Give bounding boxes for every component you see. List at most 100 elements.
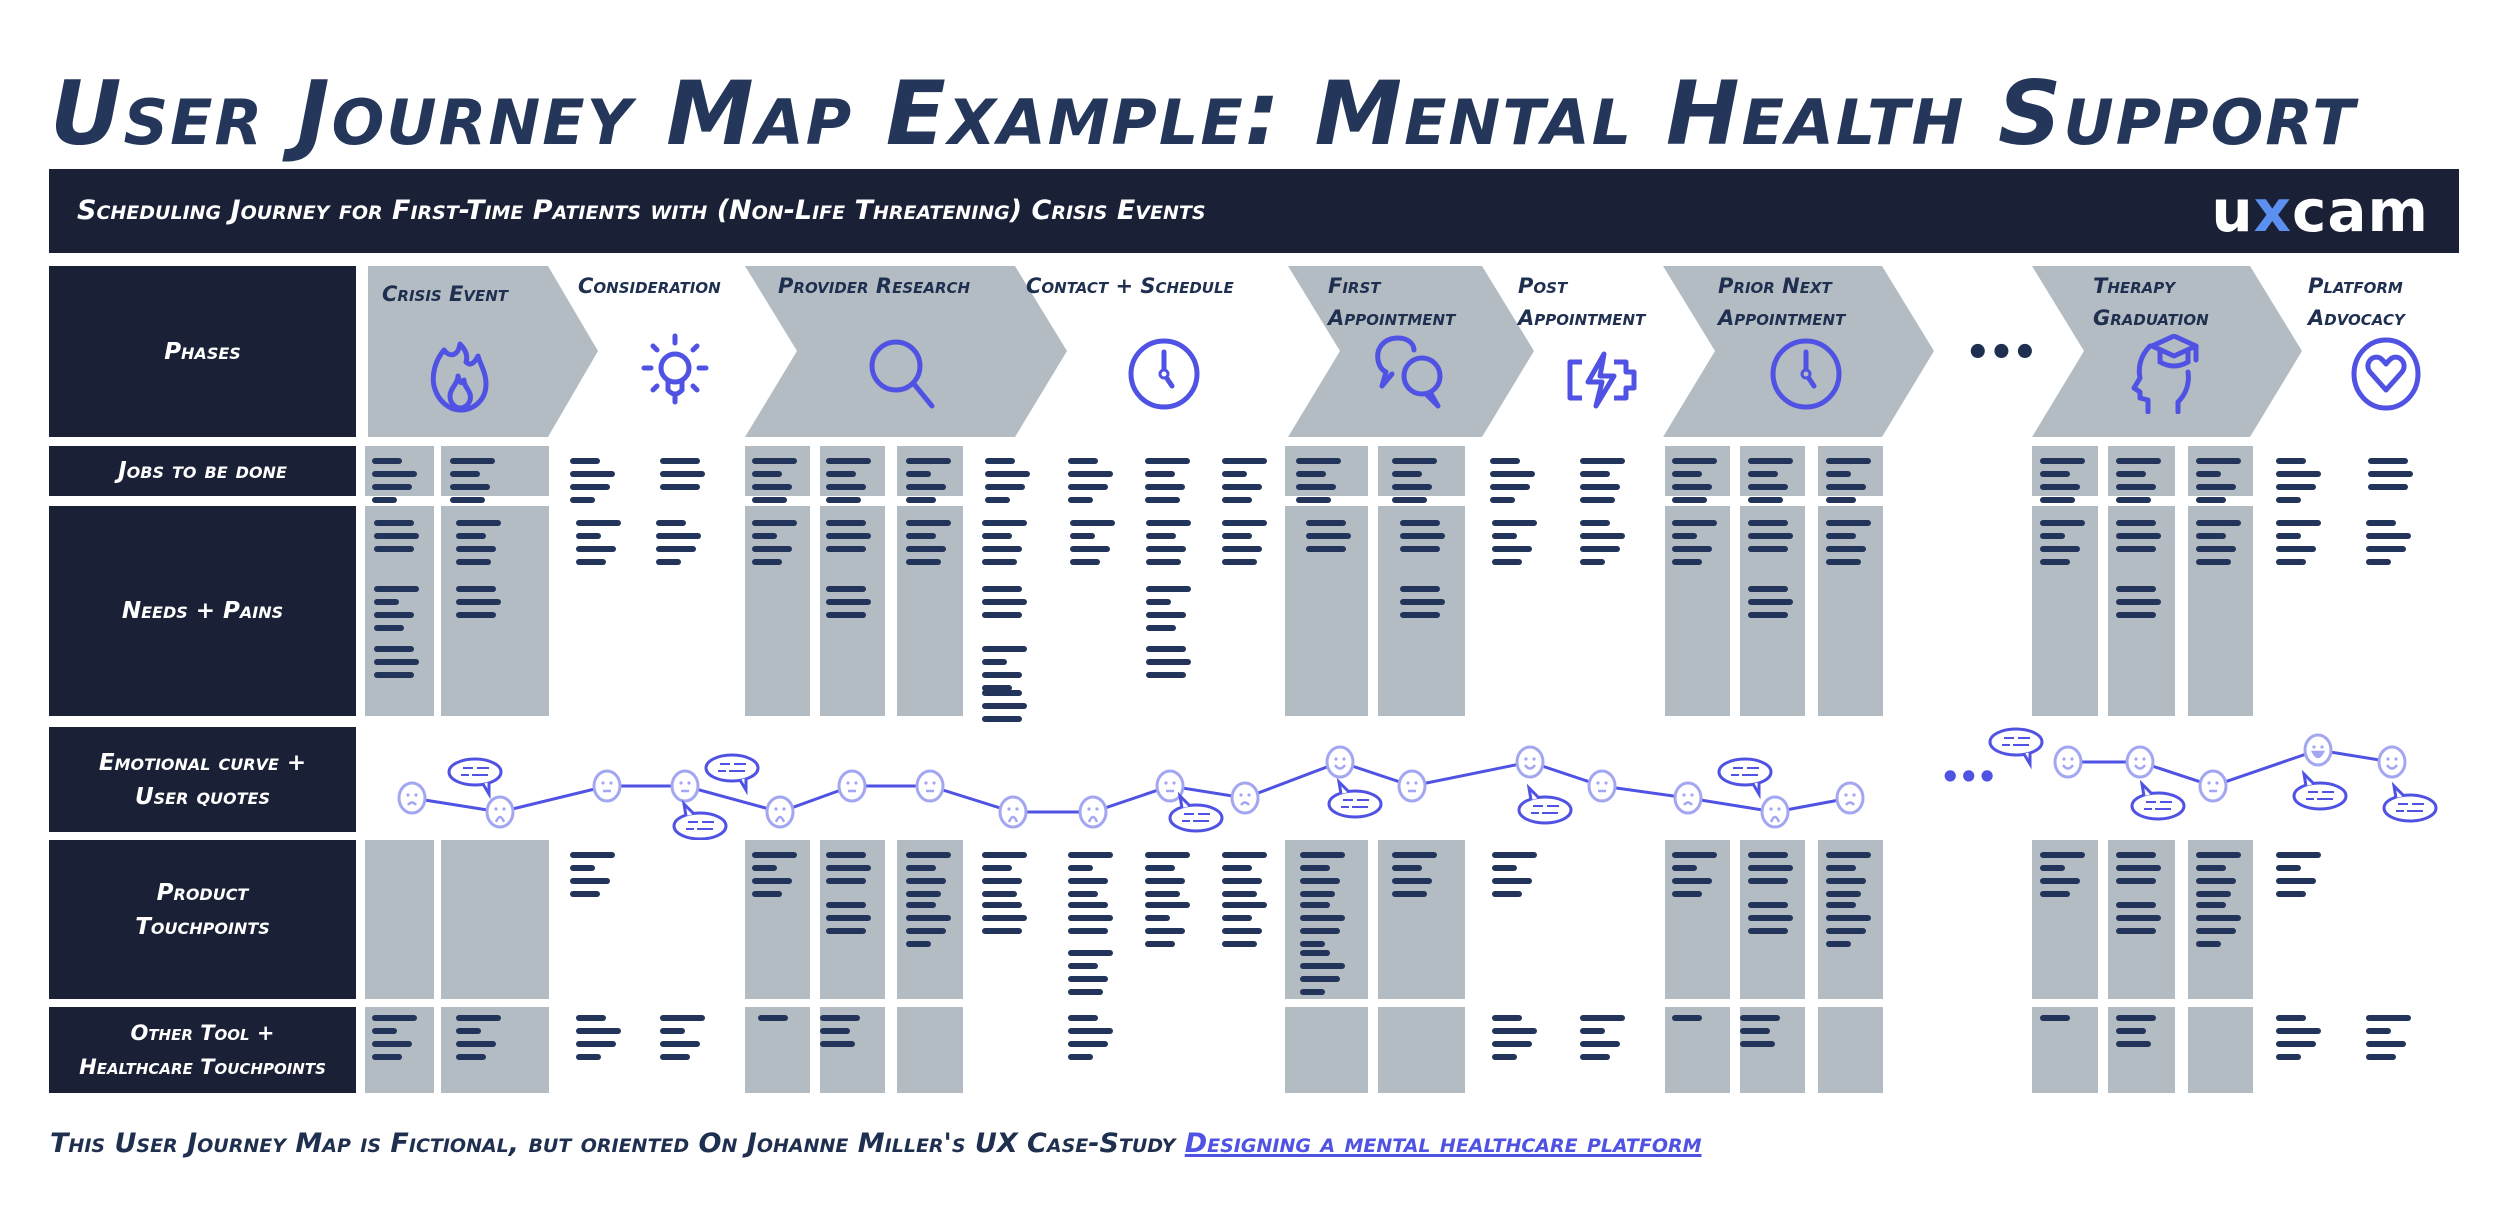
case-study-link[interactable]: Designing a mental healthcare platform bbox=[1185, 1128, 1702, 1159]
sticky-note bbox=[1580, 520, 1628, 572]
lightbulb-icon bbox=[641, 333, 709, 405]
sticky-note bbox=[1222, 902, 1270, 954]
sticky-note bbox=[1740, 1015, 1788, 1054]
sticky-note bbox=[2040, 458, 2088, 510]
grid-cell-product bbox=[365, 840, 434, 999]
emotion-face-happy bbox=[2125, 745, 2155, 779]
emotional-curve bbox=[397, 727, 2438, 840]
grid-cell-product bbox=[441, 840, 549, 999]
grid-cell-other bbox=[1818, 1007, 1883, 1093]
ellipsis-emotional: ••• bbox=[1940, 758, 1997, 796]
sticky-note bbox=[660, 1015, 708, 1067]
sticky-note bbox=[826, 520, 874, 559]
phase-label: Prior Next Appointment bbox=[1718, 274, 1846, 330]
sticky-note bbox=[1672, 852, 1720, 904]
sticky-note bbox=[660, 458, 708, 497]
sticky-note bbox=[752, 520, 800, 572]
sticky-note bbox=[1748, 852, 1796, 891]
sticky-note bbox=[2116, 458, 2164, 510]
phase-label: Post Appointment bbox=[1518, 274, 1646, 330]
sticky-note bbox=[1146, 586, 1194, 638]
sticky-note bbox=[826, 902, 874, 941]
sticky-note bbox=[2196, 852, 2244, 904]
sticky-note bbox=[906, 902, 954, 954]
grid-cell-other bbox=[1285, 1007, 1368, 1093]
user-quote-bubble bbox=[704, 753, 760, 796]
sticky-note bbox=[826, 458, 874, 510]
sticky-note bbox=[656, 520, 704, 572]
sticky-note bbox=[576, 1015, 624, 1067]
emotion-face-very-happy bbox=[2303, 733, 2333, 767]
sticky-note bbox=[2276, 1015, 2324, 1067]
sticky-note bbox=[2196, 902, 2244, 954]
sticky-note bbox=[2040, 520, 2088, 572]
sticky-note bbox=[982, 902, 1030, 941]
sticky-note bbox=[1580, 1015, 1628, 1067]
sticky-note bbox=[1400, 520, 1448, 559]
emotion-face-very-sad bbox=[1078, 795, 1108, 829]
sticky-note bbox=[2116, 852, 2164, 891]
emotion-face-sad bbox=[1835, 781, 1865, 815]
sticky-note bbox=[2196, 520, 2244, 572]
sticky-note bbox=[1145, 852, 1193, 904]
row-label-product: Product Touchpoints bbox=[49, 840, 356, 999]
sticky-note bbox=[1672, 458, 1720, 510]
footer-text: This User Journey Map is Fictional, but … bbox=[50, 1128, 1185, 1159]
sticky-note bbox=[1068, 950, 1116, 1002]
sticky-note bbox=[906, 852, 954, 904]
sticky-note bbox=[2196, 458, 2244, 510]
user-quote-bubble bbox=[1327, 777, 1383, 819]
emotion-face-neutral bbox=[837, 769, 867, 803]
sticky-note bbox=[450, 458, 498, 510]
emotion-face-very-sad bbox=[485, 795, 515, 829]
sticky-note bbox=[1492, 852, 1540, 904]
emotion-face-very-sad bbox=[998, 795, 1028, 829]
sticky-note bbox=[2276, 852, 2324, 904]
sticky-note bbox=[1826, 520, 1874, 572]
emotion-face-neutral bbox=[670, 769, 700, 803]
battery-charging-icon bbox=[1567, 351, 1637, 409]
sticky-note bbox=[1672, 1015, 1720, 1028]
row-label-other: Other Tool + Healthcare Touchpoints bbox=[49, 1007, 356, 1093]
sticky-note bbox=[758, 1015, 806, 1028]
grid-cell-other bbox=[897, 1007, 963, 1093]
emotion-face-neutral bbox=[2198, 769, 2228, 803]
heart-circle-icon bbox=[2351, 337, 2421, 411]
sticky-note bbox=[1826, 852, 1874, 904]
sticky-note bbox=[826, 852, 874, 891]
user-quote-bubble bbox=[1717, 757, 1773, 800]
sticky-note bbox=[1392, 852, 1440, 904]
emotion-face-happy bbox=[1325, 745, 1355, 779]
sticky-note bbox=[1748, 520, 1796, 559]
sticky-note bbox=[2040, 1015, 2088, 1028]
sticky-note bbox=[1748, 902, 1796, 941]
user-quote-bubble bbox=[672, 799, 728, 840]
sticky-note bbox=[906, 458, 954, 510]
emotion-face-happy bbox=[1515, 745, 1545, 779]
sticky-note bbox=[456, 520, 504, 572]
user-quote-bubble bbox=[2382, 781, 2438, 823]
user-quote-bubble bbox=[2292, 769, 2348, 811]
footer-note: This User Journey Map is Fictional, but … bbox=[50, 1128, 1702, 1159]
sticky-note bbox=[820, 1015, 868, 1054]
user-quote-bubble bbox=[1988, 727, 2044, 770]
clock-icon bbox=[1770, 338, 1842, 410]
row-label-jobs: Jobs to be done bbox=[49, 446, 356, 496]
sticky-note bbox=[1296, 458, 1344, 510]
sticky-note bbox=[1748, 458, 1796, 510]
sticky-note bbox=[826, 586, 874, 625]
sticky-note bbox=[982, 520, 1030, 572]
sticky-note bbox=[372, 458, 420, 510]
phase-label: Consideration bbox=[578, 274, 721, 298]
phase-label: First Appointment bbox=[1328, 274, 1456, 330]
sticky-note bbox=[1068, 458, 1116, 510]
sticky-note bbox=[374, 586, 422, 638]
emotion-face-very-sad bbox=[765, 795, 795, 829]
sticky-note bbox=[2276, 520, 2324, 572]
user-quote-bubble bbox=[1517, 783, 1573, 825]
graduation-head-icon bbox=[2131, 334, 2199, 414]
phase-label: Therapy Graduation bbox=[2093, 274, 2209, 330]
emotion-face-very-sad bbox=[1760, 795, 1790, 829]
sticky-note bbox=[1068, 852, 1116, 904]
sticky-note bbox=[2116, 520, 2164, 559]
